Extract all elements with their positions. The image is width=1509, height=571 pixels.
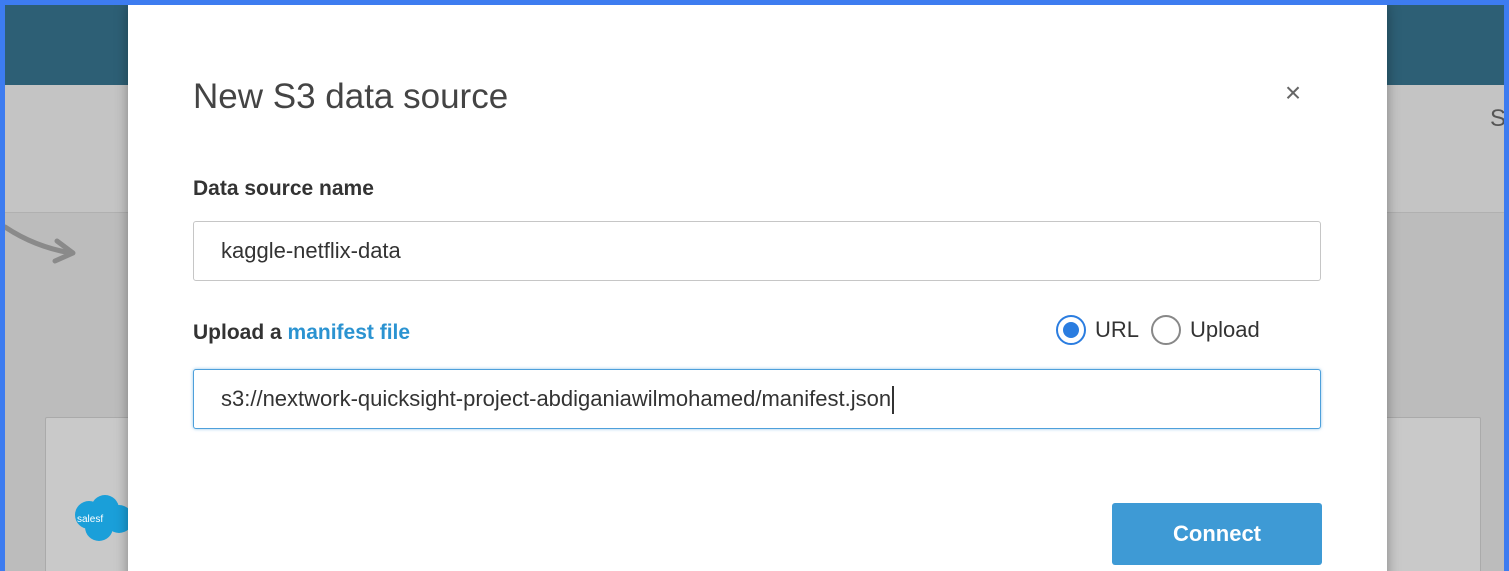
arrow-icon (5, 224, 76, 264)
salesforce-logo-text: salesf (77, 514, 103, 525)
data-source-name-label: Data source name (193, 177, 374, 200)
upload-label-prefix: Upload a (193, 321, 282, 344)
data-source-name-input[interactable]: kaggle-netflix-data (193, 221, 1321, 281)
radio-url-label: URL (1095, 317, 1140, 342)
manifest-url-input[interactable]: s3://nextwork-quicksight-project-abdigan… (193, 369, 1321, 429)
background-text-fragment: S (1490, 105, 1504, 133)
new-s3-data-source-dialog: New S3 data source × Data source name ka… (128, 5, 1387, 571)
radio-url-button[interactable] (1056, 315, 1086, 345)
dialog-title: New S3 data source (193, 77, 509, 116)
close-icon[interactable]: × (1273, 73, 1313, 113)
manifest-file-link[interactable]: manifest file (288, 321, 411, 344)
manifest-source-radio-group: URL Upload (1056, 310, 1272, 350)
manifest-url-value: s3://nextwork-quicksight-project-abdigan… (221, 386, 892, 411)
radio-upload-button[interactable] (1151, 315, 1182, 345)
screenshot-frame: S salesf New S3 data source × Data sourc… (0, 0, 1509, 571)
upload-manifest-label: Upload a manifest file (193, 321, 410, 345)
text-caret (892, 386, 895, 415)
radio-url-option[interactable]: URL (1056, 315, 1139, 345)
connect-button[interactable]: Connect (1112, 503, 1322, 565)
data-source-name-value: kaggle-netflix-data (221, 238, 401, 263)
radio-upload-label: Upload (1190, 317, 1260, 342)
salesforce-logo-icon: salesf (75, 495, 133, 541)
radio-upload-option[interactable]: Upload (1151, 315, 1260, 345)
